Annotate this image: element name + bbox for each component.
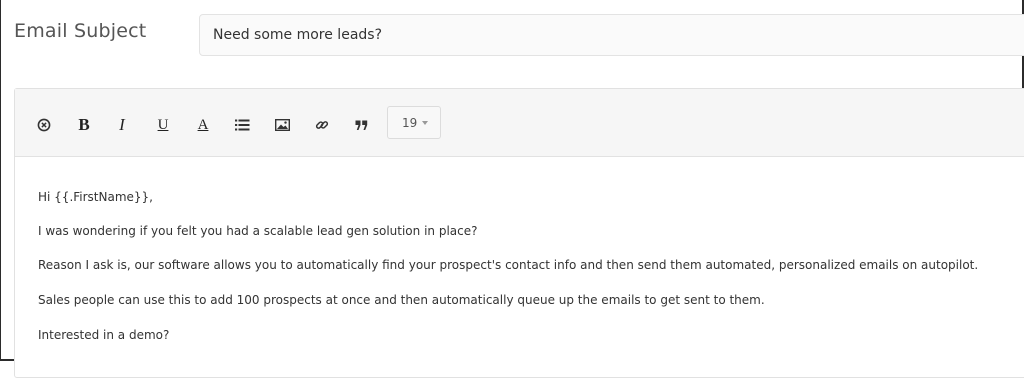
text-color-button[interactable]: A xyxy=(191,115,215,135)
bold-icon: B xyxy=(78,115,90,134)
bold-button[interactable]: B xyxy=(72,115,96,135)
link-button[interactable] xyxy=(310,115,334,135)
email-editor: B I U A 19 Hi {{.FirstName}}, I was wond… xyxy=(14,88,1024,378)
link-icon xyxy=(315,118,329,132)
underline-button[interactable]: U xyxy=(151,115,175,135)
clear-format-icon xyxy=(37,118,51,132)
subject-input[interactable]: Need some more leads? xyxy=(199,14,1024,56)
quote-icon xyxy=(355,120,368,131)
list-icon xyxy=(234,119,250,131)
image-button[interactable] xyxy=(270,115,294,135)
clear-format-button[interactable] xyxy=(32,115,56,135)
subject-label: Email Subject xyxy=(14,20,147,42)
underline-icon: U xyxy=(157,116,169,133)
body-line-demo: Interested in a demo? xyxy=(38,328,170,342)
italic-button[interactable]: I xyxy=(110,115,134,135)
italic-icon: I xyxy=(119,115,125,134)
font-size-select[interactable]: 19 xyxy=(387,106,441,139)
body-line-question: I was wondering if you felt you had a sc… xyxy=(38,224,478,238)
editor-toolbar: B I U A 19 xyxy=(15,89,1024,157)
image-icon xyxy=(274,119,290,131)
body-line-sales: Sales people can use this to add 100 pro… xyxy=(38,293,765,307)
chevron-down-icon xyxy=(422,121,429,125)
email-composer: Email Subject Need some more leads? B I … xyxy=(0,0,1024,378)
body-line-reason: Reason I ask is, our software allows you… xyxy=(38,258,979,272)
font-size-value: 19 xyxy=(402,115,418,130)
quote-button[interactable] xyxy=(349,115,373,135)
list-button[interactable] xyxy=(230,115,254,135)
text-color-icon: A xyxy=(197,116,209,133)
body-line-greeting: Hi {{.FirstName}}, xyxy=(38,190,153,204)
